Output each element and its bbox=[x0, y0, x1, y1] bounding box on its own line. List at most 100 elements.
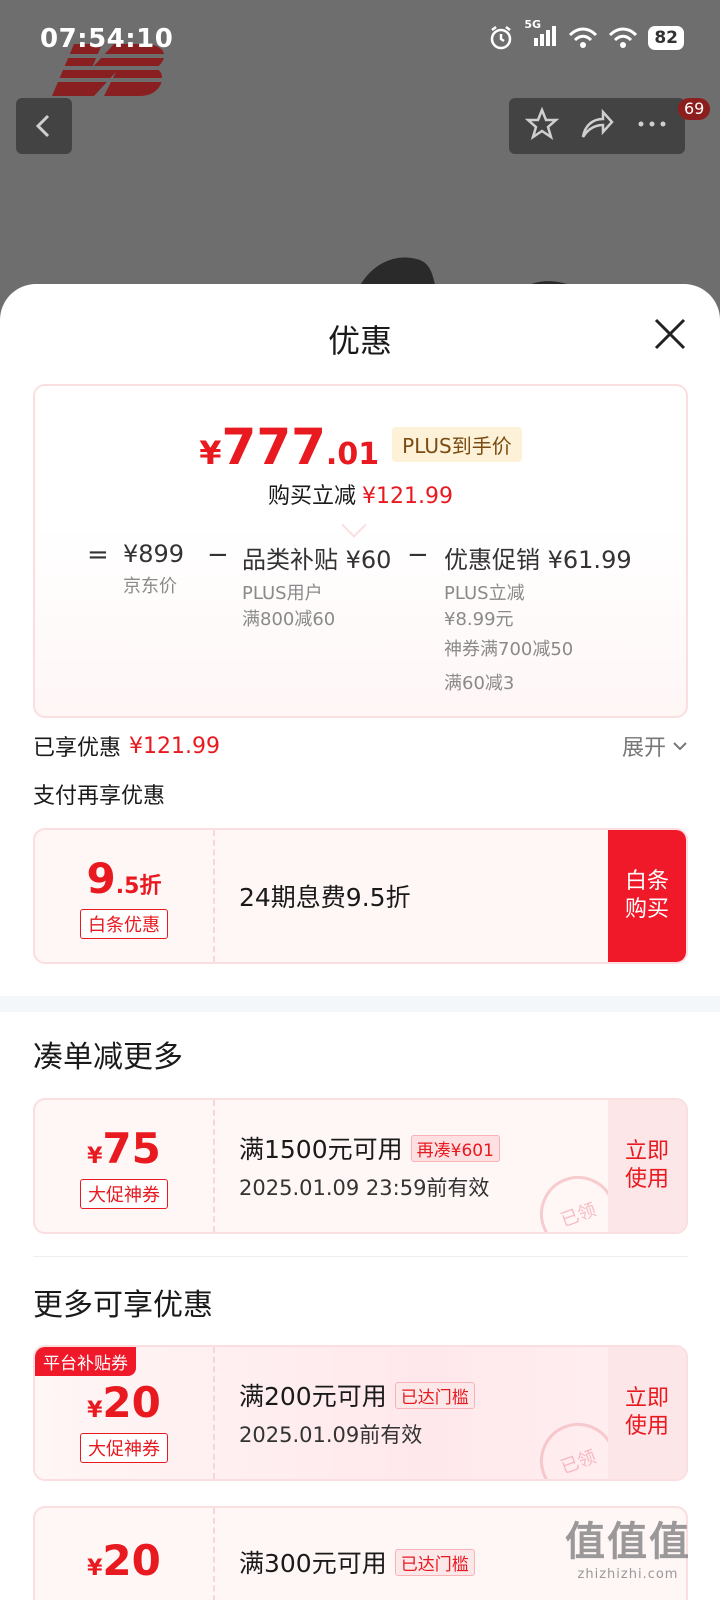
favorite-button[interactable] bbox=[524, 106, 560, 145]
subsidy-title: 品类补贴 ¥60 bbox=[242, 546, 392, 574]
coupon-info: 满1500元可用 再凑¥601 2025.01.09 23:59前有效 bbox=[239, 1100, 500, 1232]
promotion-line-1: PLUS立减 bbox=[444, 583, 525, 604]
wifi-icon bbox=[609, 27, 638, 48]
use-button-line-2: 使用 bbox=[624, 1167, 669, 1192]
price-formula: = ¥899 京东价 − 品类补贴 ¥60 PLUS用户 满800减60 − 优… bbox=[35, 536, 686, 716]
coupon-value: ¥75 大促神券 bbox=[35, 1100, 215, 1232]
star-icon bbox=[524, 106, 560, 140]
minus-sign: − bbox=[407, 540, 429, 570]
sheet-title: 优惠 bbox=[327, 322, 392, 360]
divider-line bbox=[33, 1256, 688, 1257]
price-summary: ¥777.01 PLUS到手价 购买立减 ¥121.99 bbox=[35, 386, 686, 524]
price-decimal: .01 bbox=[325, 437, 380, 472]
section-title-combine: 凑单减更多 bbox=[33, 1040, 183, 1075]
need-more-tag: 再凑¥601 bbox=[410, 1134, 500, 1162]
price-breakdown-card: ¥777.01 PLUS到手价 购买立减 ¥121.99 = ¥899 京东价 −… bbox=[33, 384, 688, 718]
use-button-line-2: 使用 bbox=[624, 1414, 669, 1439]
enjoyed-discount-row: 已享优惠 ¥121.99 展开 bbox=[33, 728, 688, 764]
discount-sheet: 优惠 ¥777.01 PLUS到手价 购买立减 ¥121.99 = ¥899 京东… bbox=[0, 284, 720, 1600]
status-bar: 07:54:10 5G 82 bbox=[0, 0, 720, 80]
coupon-expiry: 2025.01.09前有效 bbox=[239, 1423, 423, 1447]
threshold-reached-tag: 已达门槛 bbox=[394, 1548, 475, 1576]
amount-value: 20 bbox=[102, 1536, 161, 1585]
coupon-amount: ¥20 bbox=[87, 1536, 161, 1585]
final-price-line: ¥777.01 PLUS到手价 bbox=[35, 418, 686, 476]
coupon-amount: ¥20 bbox=[87, 1378, 161, 1427]
currency-symbol: ¥ bbox=[87, 1397, 103, 1423]
price-integer: 777 bbox=[221, 418, 326, 476]
alarm-icon bbox=[491, 26, 512, 50]
category-subsidy-item: 品类补贴 ¥60 PLUS用户 满800减60 bbox=[242, 540, 391, 633]
header-actions bbox=[509, 98, 685, 154]
currency-symbol: ¥ bbox=[87, 1143, 103, 1169]
jd-price-item: ¥899 京东价 bbox=[123, 540, 184, 600]
promotion-line-3: 神券满700减50 bbox=[444, 639, 574, 660]
saving-amount: ¥121.99 bbox=[362, 484, 453, 509]
coupon-tag: 大促神券 bbox=[80, 1178, 168, 1209]
watermark-glyphs: 值值值 bbox=[565, 1519, 691, 1565]
equals-sign: = bbox=[87, 540, 109, 570]
baitiao-info: 24期息费9.5折 bbox=[239, 830, 411, 962]
coupon-value: ¥20 bbox=[35, 1508, 215, 1600]
platform-subsidy-badge: 平台补贴券 bbox=[35, 1347, 136, 1376]
subsidy-detail: PLUS用户 满800减60 bbox=[242, 581, 391, 633]
jd-price-label: 京东价 bbox=[123, 576, 177, 597]
amount-value: 20 bbox=[102, 1377, 161, 1427]
expand-button[interactable]: 展开 bbox=[622, 730, 688, 762]
baitiao-rate: 9.5折 bbox=[87, 854, 162, 903]
plus-price-tag: PLUS到手价 bbox=[392, 426, 522, 462]
coupon-condition: 满300元可用 已达门槛 bbox=[239, 1544, 475, 1580]
buy-button-line-2: 购买 bbox=[624, 897, 669, 922]
instant-saving-line: 购买立减 ¥121.99 bbox=[35, 478, 686, 510]
share-button[interactable] bbox=[579, 107, 615, 145]
back-button[interactable] bbox=[16, 98, 72, 154]
use-button-line-1: 立即 bbox=[624, 1386, 669, 1411]
coupon-amount: ¥75 bbox=[87, 1124, 161, 1173]
more-button[interactable] bbox=[635, 107, 669, 145]
close-button[interactable] bbox=[648, 312, 692, 356]
subsidy-line-2: 满800减60 bbox=[242, 609, 336, 630]
expand-label: 展开 bbox=[621, 736, 666, 761]
coupon-condition: 满200元可用 已达门槛 bbox=[239, 1377, 475, 1413]
chevron-down-icon bbox=[673, 742, 687, 751]
promotion-detail: PLUS立减 ¥8.99元 bbox=[444, 581, 632, 633]
rate-integer: 9 bbox=[86, 853, 116, 903]
enjoyed-amount: ¥121.99 bbox=[129, 733, 220, 759]
buy-button-line-1: 白条 bbox=[624, 869, 669, 894]
coupon-expiry: 2025.01.09 23:59前有效 bbox=[239, 1176, 490, 1200]
amount-value: 75 bbox=[102, 1123, 161, 1173]
coupon-tag: 大促神券 bbox=[80, 1432, 168, 1463]
platform-coupon-card: ¥20 大促神券 平台补贴券 满200元可用 已达门槛 2025.01.09前有… bbox=[33, 1345, 688, 1481]
jd-price: ¥899 bbox=[123, 540, 185, 568]
baitiao-buy-button[interactable]: 白条 购买 bbox=[608, 830, 686, 962]
close-icon bbox=[654, 318, 686, 350]
section-title-more: 更多可享优惠 bbox=[33, 1288, 213, 1323]
price-currency: ¥ bbox=[199, 434, 222, 472]
section-divider bbox=[0, 996, 720, 1012]
pay-more-label: 支付再享优惠 bbox=[33, 784, 166, 809]
share-icon bbox=[581, 108, 614, 138]
more-dots-icon bbox=[638, 121, 666, 127]
promotion-line-2: ¥8.99元 bbox=[444, 609, 514, 630]
status-icons: 5G 82 bbox=[488, 18, 684, 52]
use-button-line-1: 立即 bbox=[624, 1139, 669, 1164]
baitiao-title: 24期息费9.5折 bbox=[239, 883, 411, 912]
subsidy-line-1: PLUS用户 bbox=[242, 583, 323, 604]
network-type: 5G bbox=[524, 18, 542, 31]
chevron-left-icon bbox=[35, 114, 50, 138]
wifi-plus-icon bbox=[569, 27, 598, 48]
currency-symbol: ¥ bbox=[87, 1556, 103, 1581]
use-coupon-button[interactable]: 立即 使用 bbox=[608, 1347, 686, 1479]
promotion-title: 优惠促销 ¥61.99 bbox=[444, 546, 632, 574]
final-price: ¥777.01 bbox=[199, 418, 379, 476]
minus-sign: − bbox=[207, 540, 229, 570]
watermark-text: zhizhizhi.com bbox=[577, 1567, 679, 1582]
coupon-threshold: 满1500元可用 bbox=[239, 1135, 403, 1164]
message-count-badge: 69 bbox=[678, 98, 711, 120]
battery-indicator: 82 bbox=[648, 26, 684, 50]
baitiao-discount: 9.5折 白条优惠 bbox=[35, 830, 215, 962]
coupon-threshold: 满300元可用 bbox=[239, 1549, 387, 1578]
use-coupon-button[interactable]: 立即 使用 bbox=[608, 1100, 686, 1232]
baitiao-tag: 白条优惠 bbox=[80, 908, 168, 939]
baitiao-offer-card: 9.5折 白条优惠 24期息费9.5折 白条 购买 bbox=[33, 828, 688, 964]
